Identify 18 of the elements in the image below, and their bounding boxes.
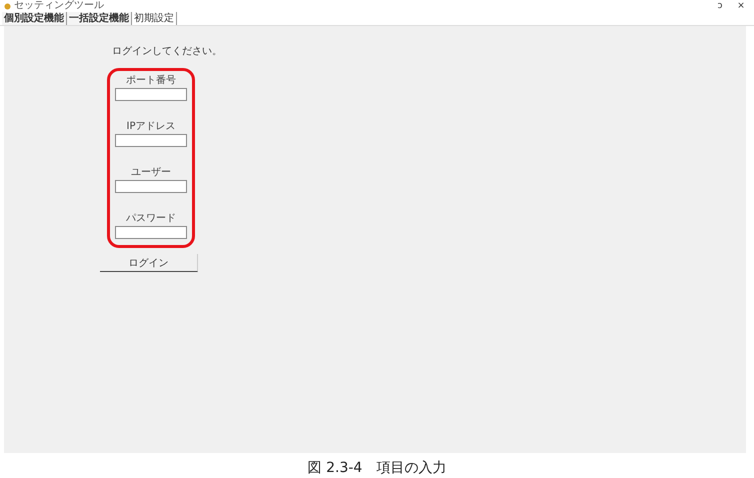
window-control[interactable]: ɔ bbox=[711, 0, 729, 12]
tab[interactable]: 一括設定機能 bbox=[67, 12, 132, 25]
field-label: ポート番号 bbox=[126, 75, 176, 87]
field-label: パスワード bbox=[126, 213, 176, 225]
window-title: セッティングツール bbox=[14, 0, 105, 12]
input-field[interactable] bbox=[115, 226, 187, 239]
tab[interactable]: 個別設定機能 bbox=[2, 12, 67, 25]
login-button[interactable]: ログイン bbox=[100, 254, 198, 272]
tab[interactable]: 初期設定 bbox=[132, 12, 177, 25]
input-field[interactable] bbox=[115, 134, 187, 147]
app-icon bbox=[4, 2, 11, 10]
window-control[interactable]: × bbox=[732, 0, 750, 12]
field-label: ユーザー bbox=[131, 167, 171, 179]
input-field[interactable] bbox=[115, 88, 187, 101]
login-prompt: ログインしてください。 bbox=[112, 45, 223, 58]
figure-caption: 図 2.3-4 項目の入力 bbox=[308, 459, 446, 477]
field-label: IPアドレス bbox=[126, 121, 176, 133]
input-field[interactable] bbox=[115, 180, 187, 193]
